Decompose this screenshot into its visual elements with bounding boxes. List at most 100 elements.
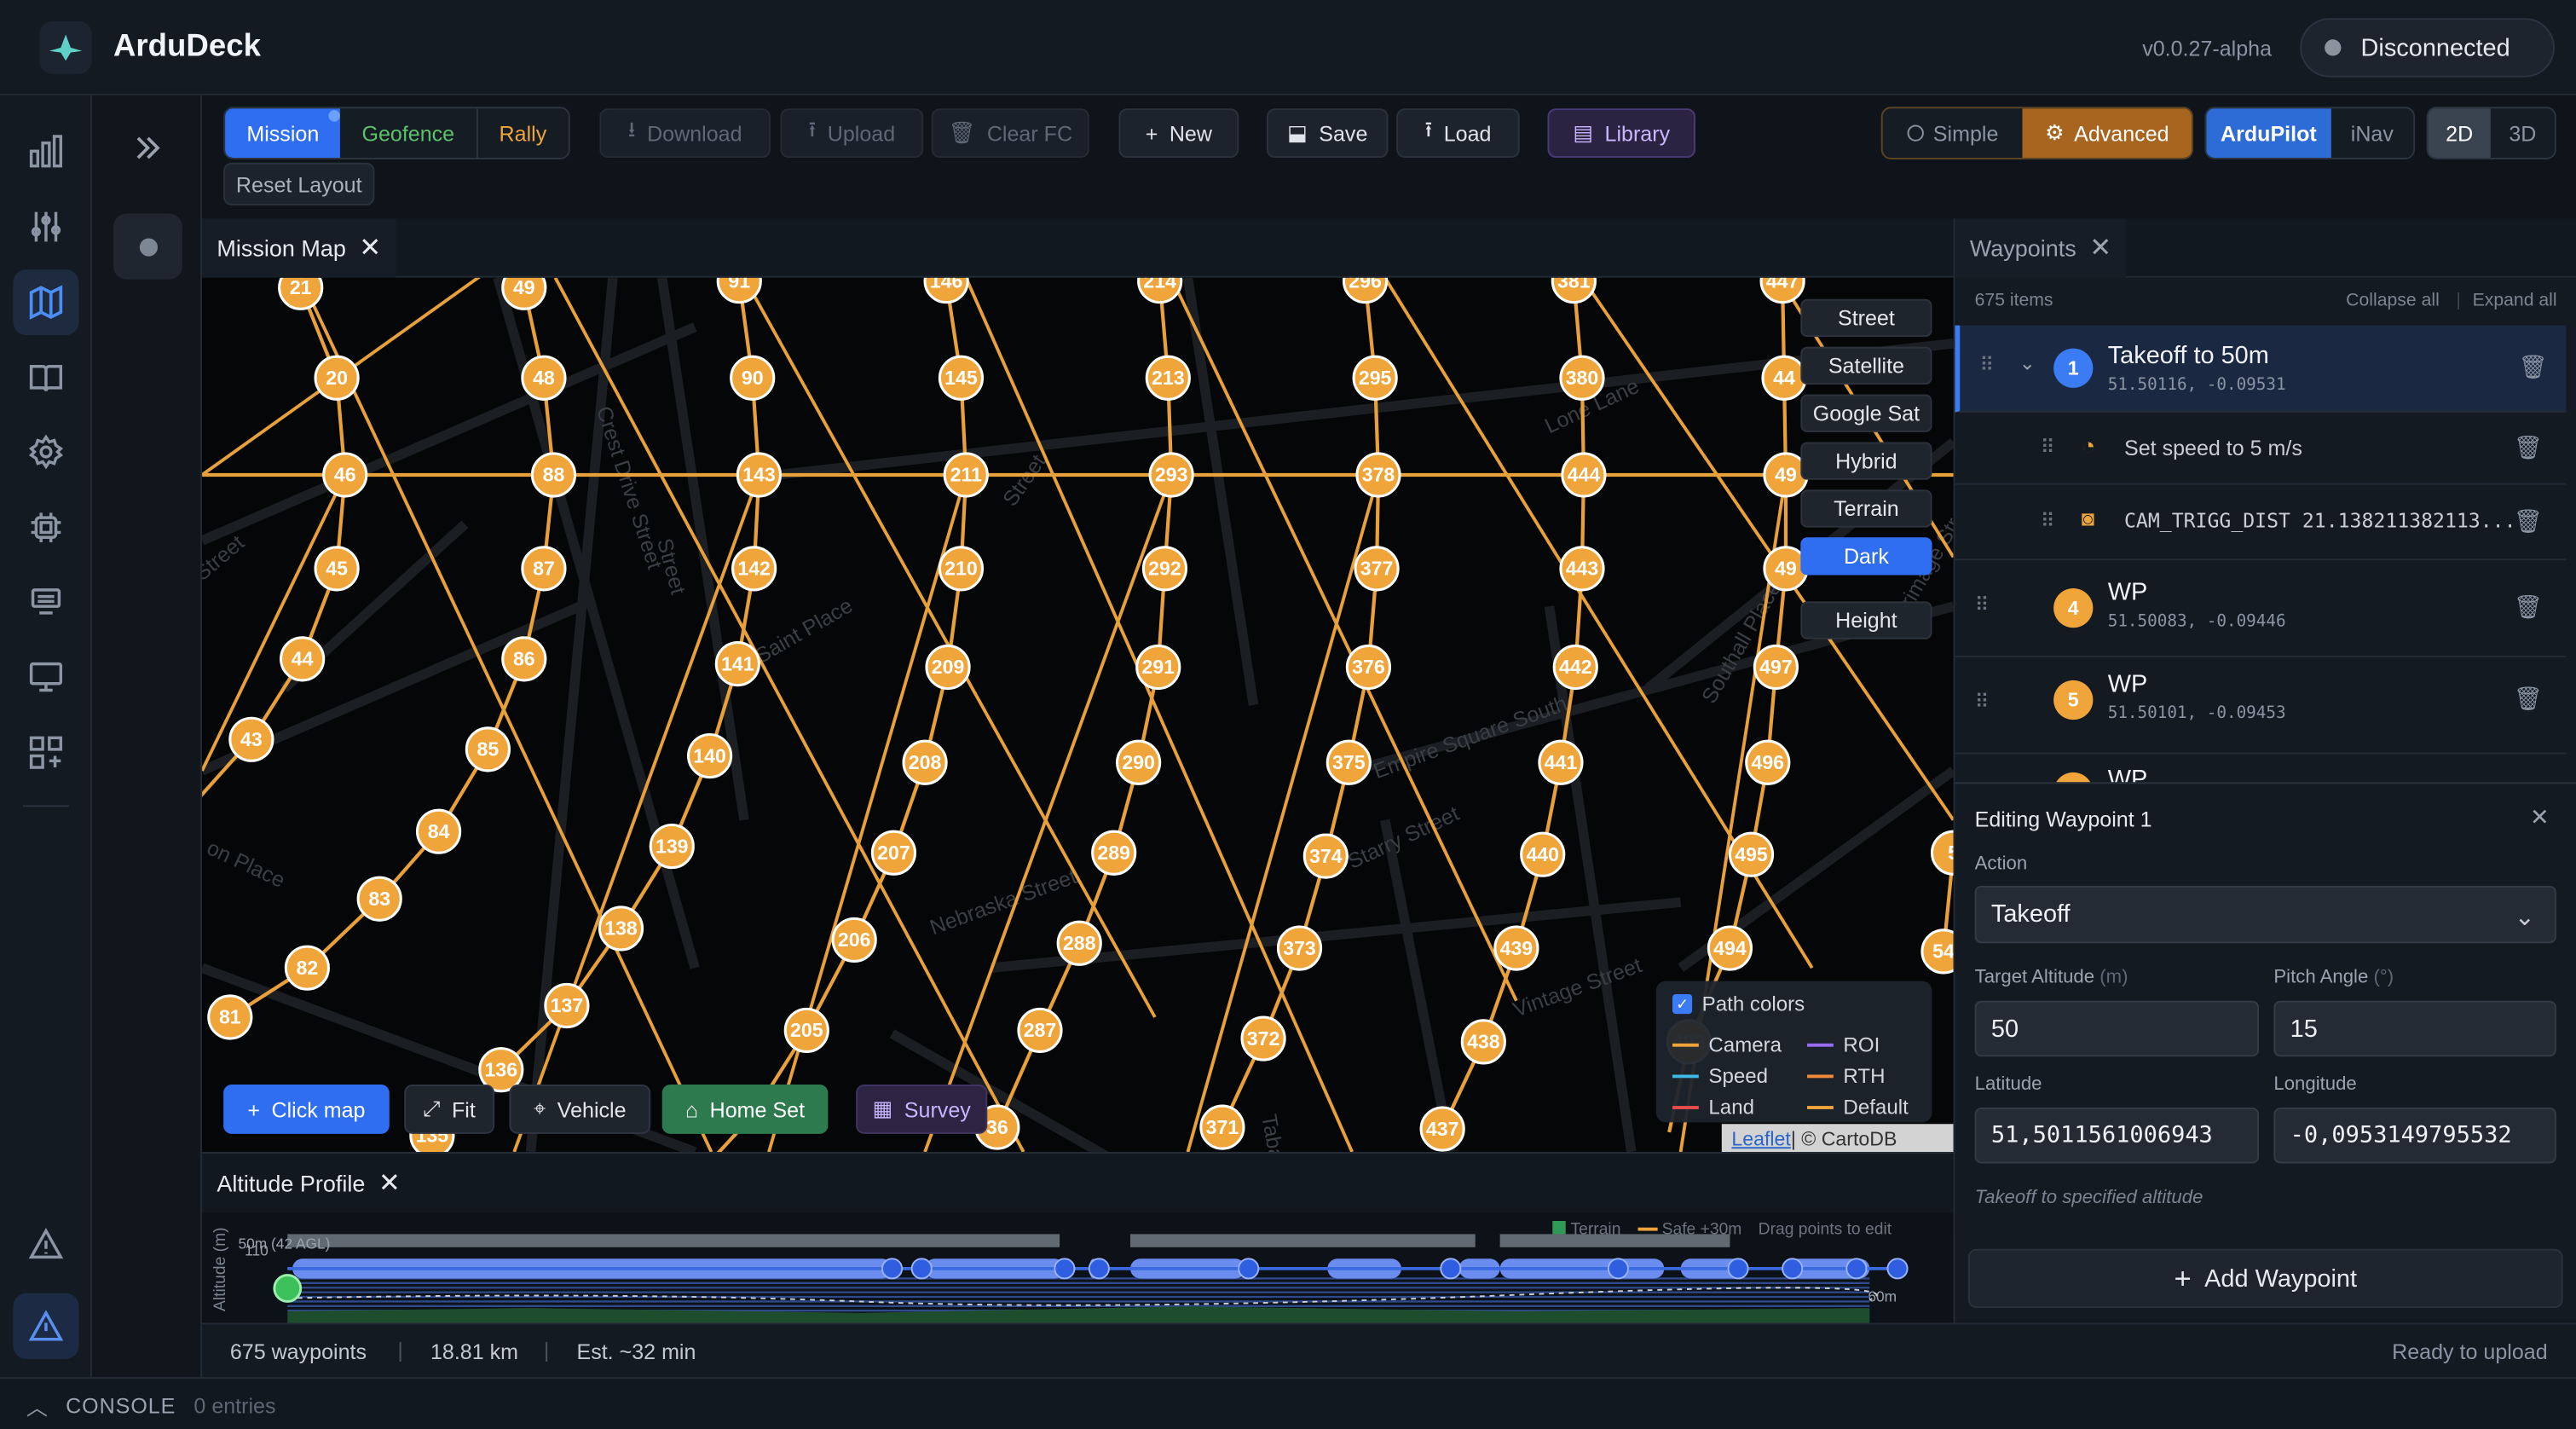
layer-satellite-button[interactable]: Satellite bbox=[1800, 346, 1932, 385]
waypoint-marker[interactable]: 211 bbox=[943, 452, 989, 498]
waypoint-marker[interactable]: 140 bbox=[686, 732, 733, 779]
checkbox-checked-icon[interactable]: ✓ bbox=[1672, 994, 1693, 1015]
height-button[interactable]: Height bbox=[1800, 601, 1932, 639]
reset-layout-button[interactable]: Reset Layout bbox=[223, 162, 375, 205]
close-icon[interactable]: ✕ bbox=[2089, 232, 2111, 265]
record-button[interactable] bbox=[113, 213, 182, 280]
trash-icon[interactable]: 🗑 bbox=[2514, 686, 2543, 714]
waypoint-marker[interactable]: 143 bbox=[736, 452, 783, 498]
waypoint-marker[interactable]: 371 bbox=[1199, 1104, 1245, 1150]
altitude-point[interactable] bbox=[881, 1258, 904, 1280]
altitude-point[interactable] bbox=[1054, 1258, 1076, 1280]
waypoint-marker[interactable]: 141 bbox=[714, 641, 760, 687]
waypoint-marker[interactable]: 5 bbox=[1930, 830, 1954, 876]
waypoint-marker[interactable]: 447 bbox=[1759, 277, 1805, 304]
upload-button[interactable]: ⭱ Upload bbox=[780, 108, 924, 159]
waypoint-marker[interactable]: 46 bbox=[322, 452, 368, 498]
chevron-up-icon[interactable]: ︿ bbox=[26, 1390, 48, 1421]
waypoint-marker[interactable]: 87 bbox=[521, 546, 567, 592]
inav-button[interactable]: iNav bbox=[2331, 108, 2413, 158]
pitch-input[interactable]: 15 bbox=[2273, 1000, 2556, 1057]
waypoint-marker[interactable]: 441 bbox=[1538, 739, 1584, 785]
alert-triangle-icon[interactable] bbox=[13, 1293, 79, 1359]
waypoint-marker[interactable]: 287 bbox=[1017, 1007, 1063, 1054]
altitude-point[interactable] bbox=[1238, 1258, 1260, 1280]
mode-mission-tab[interactable]: Mission bbox=[225, 108, 341, 159]
mission-map-icon[interactable] bbox=[13, 269, 79, 336]
close-icon[interactable]: ✕ bbox=[378, 1166, 401, 1200]
waypoint-marker[interactable]: 139 bbox=[649, 823, 695, 870]
waypoint-marker[interactable]: 210 bbox=[938, 546, 985, 592]
altitude-profile[interactable]: Altitude (m) 50m (42 AGL) 110 Terrain Sa… bbox=[202, 1212, 1954, 1323]
waypoint-marker[interactable]: 20 bbox=[314, 355, 360, 401]
mission-map[interactable]: Crest Drive Street Lone Lane Street Street S… bbox=[202, 277, 1954, 1153]
layer-street-button[interactable]: Street bbox=[1800, 298, 1932, 338]
waypoint-marker[interactable]: 495 bbox=[1728, 831, 1775, 877]
waypoint-marker[interactable]: 374 bbox=[1302, 833, 1349, 879]
waypoint-row[interactable]: ⠿ 5 WP 51.50101, -0.09453 🗑 bbox=[1955, 657, 2567, 755]
vehicle-button[interactable]: ⌖ Vehicle bbox=[509, 1085, 651, 1134]
waypoint-marker[interactable]: 440 bbox=[1520, 831, 1566, 877]
waypoint-marker[interactable]: 145 bbox=[938, 355, 985, 401]
mode-rally-tab[interactable]: Rally bbox=[476, 108, 569, 159]
mode-geofence-tab[interactable]: Geofence bbox=[341, 108, 476, 158]
tab-mission-map[interactable]: Mission Map ✕ bbox=[202, 218, 396, 278]
altitude-input[interactable]: 50 bbox=[1974, 1000, 2260, 1057]
waypoint-marker[interactable]: 205 bbox=[783, 1007, 829, 1054]
waypoint-marker[interactable]: 213 bbox=[1145, 355, 1191, 401]
survey-button[interactable]: ▦ Survey bbox=[856, 1085, 988, 1134]
modules-icon[interactable] bbox=[13, 720, 78, 785]
waypoint-marker[interactable]: 373 bbox=[1276, 925, 1323, 971]
waypoint-marker[interactable]: 291 bbox=[1135, 644, 1181, 691]
fit-button[interactable]: ⤢ Fit bbox=[404, 1085, 495, 1134]
expand-all-link[interactable]: Expand all bbox=[2473, 291, 2557, 310]
receiver-icon[interactable] bbox=[13, 569, 78, 634]
drag-handle-icon[interactable]: ⠿ bbox=[1975, 690, 1990, 713]
altitude-point[interactable] bbox=[1727, 1258, 1749, 1280]
simple-mode-button[interactable]: Simple bbox=[1883, 108, 2023, 158]
save-button[interactable]: ⬓ Save bbox=[1266, 108, 1389, 159]
waypoint-marker[interactable]: 444 bbox=[1561, 452, 1607, 498]
waypoint-marker[interactable]: 377 bbox=[1354, 546, 1400, 592]
waypoint-marker[interactable]: 209 bbox=[925, 644, 971, 691]
latitude-input[interactable]: 51,5011561006943 bbox=[1974, 1108, 2260, 1164]
dashboard-icon[interactable] bbox=[13, 119, 78, 184]
waypoint-marker[interactable]: 295 bbox=[1352, 355, 1398, 401]
sliders-icon[interactable] bbox=[13, 194, 78, 259]
altitude-point[interactable] bbox=[1782, 1258, 1804, 1280]
altitude-chart[interactable] bbox=[202, 1212, 1954, 1323]
add-waypoint-button[interactable]: + Add Waypoint bbox=[1967, 1248, 2563, 1309]
waypoint-marker[interactable]: 443 bbox=[1559, 546, 1605, 592]
tab-waypoints[interactable]: Waypoints ✕ bbox=[1955, 218, 2127, 278]
drag-handle-icon[interactable]: ⠿ bbox=[1979, 353, 1994, 376]
advanced-mode-button[interactable]: ⚙ Advanced bbox=[2022, 108, 2192, 159]
waypoint-row-partial[interactable]: WP bbox=[1955, 755, 2566, 783]
altitude-point[interactable] bbox=[910, 1258, 933, 1280]
home-altitude-point[interactable] bbox=[273, 1274, 303, 1303]
waypoint-marker[interactable]: 288 bbox=[1056, 920, 1102, 966]
action-select[interactable]: Takeoff ⌄ bbox=[1974, 885, 2556, 944]
waypoint-marker[interactable]: 442 bbox=[1552, 644, 1598, 691]
trash-icon[interactable]: 🗑 bbox=[2514, 593, 2543, 622]
waypoint-marker[interactable]: 289 bbox=[1091, 830, 1137, 876]
waypoint-marker[interactable]: 146 bbox=[923, 277, 969, 304]
leaflet-link[interactable]: Leaflet bbox=[1731, 1126, 1790, 1149]
waypoint-marker[interactable]: 83 bbox=[356, 876, 402, 922]
book-icon[interactable] bbox=[13, 345, 78, 411]
waypoint-row[interactable]: ⠿ ⌄ 1 Takeoff to 50m 51.50116, -0.09531 … bbox=[1955, 325, 2567, 413]
altitude-point[interactable] bbox=[1088, 1258, 1110, 1280]
chip-icon[interactable] bbox=[13, 495, 78, 560]
waypoint-marker[interactable]: 21 bbox=[278, 277, 324, 310]
waypoint-marker[interactable]: 88 bbox=[530, 452, 577, 498]
home-set-button[interactable]: ⌂ Home Set bbox=[661, 1085, 829, 1134]
clear-fc-button[interactable]: 🗑 Clear FC bbox=[931, 108, 1089, 159]
waypoint-marker[interactable]: 293 bbox=[1148, 452, 1194, 498]
waypoint-marker[interactable]: 54 bbox=[1920, 929, 1954, 975]
layer-terrain-button[interactable]: Terrain bbox=[1800, 489, 1932, 528]
waypoint-marker[interactable]: 375 bbox=[1326, 739, 1372, 785]
waypoint-marker[interactable]: 81 bbox=[207, 994, 253, 1040]
trash-icon[interactable]: 🗑 bbox=[2519, 353, 2548, 381]
altitude-point[interactable] bbox=[1886, 1258, 1909, 1280]
waypoint-marker[interactable]: 48 bbox=[521, 355, 567, 401]
console-bar[interactable]: ︿ CONSOLE 0 entries bbox=[0, 1377, 2576, 1429]
